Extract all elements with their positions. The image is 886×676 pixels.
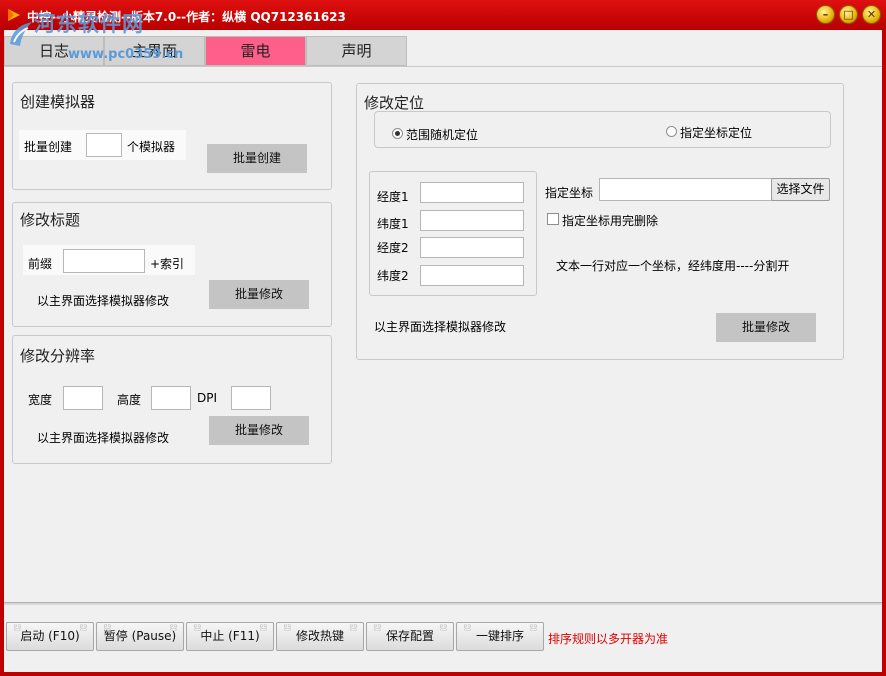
corner-ornament-icon: ഋ xyxy=(193,622,201,632)
dpi-label: DPI xyxy=(197,391,218,405)
coord-file-input[interactable] xyxy=(599,178,773,201)
emulator-unit-label: 个模拟器 xyxy=(127,140,176,154)
corner-ornament-icon: ഋ xyxy=(259,622,267,632)
corner-ornament-icon: ഋ xyxy=(79,622,87,632)
radio-random-location[interactable] xyxy=(392,128,403,139)
dpi-input[interactable] xyxy=(231,386,271,410)
lat1-label: 纬度1 xyxy=(377,217,409,231)
pause-button[interactable]: ഋ ഋ 暂停 (Pause) xyxy=(96,622,184,651)
lng1-input[interactable] xyxy=(420,182,524,203)
corner-ornament-icon: ഋ xyxy=(169,622,177,632)
title-panel-title: 修改标题 xyxy=(20,211,81,229)
range-coords-group: 经度1 纬度1 经度2 纬度2 xyxy=(369,171,537,296)
batch-create-button[interactable]: 批量创建 xyxy=(207,144,307,173)
location-panel-title: 修改定位 xyxy=(364,94,425,112)
radio-fixed-location[interactable] xyxy=(666,126,677,137)
close-icon: ✕ xyxy=(866,8,877,21)
modify-title-panel: 修改标题 前缀 +索引 以主界面选择模拟器修改 批量修改 xyxy=(12,202,332,327)
save-config-button[interactable]: ഋ ഋ 保存配置 xyxy=(366,622,454,651)
index-label: +索引 xyxy=(150,257,185,271)
corner-ornament-icon: ഋ xyxy=(463,622,471,632)
start-button[interactable]: ഋ ഋ 启动 (F10) xyxy=(6,622,94,651)
one-key-sort-button[interactable]: ഋ ഋ 一键排序 xyxy=(456,622,544,651)
corner-ornament-icon: ഋ xyxy=(13,622,21,632)
height-input[interactable] xyxy=(151,386,191,410)
tab-leidian[interactable]: 雷电 xyxy=(205,36,306,66)
maximize-button[interactable]: □ xyxy=(839,5,858,24)
modify-resolution-panel: 修改分辨率 宽度 高度 DPI 以主界面选择模拟器修改 批量修改 xyxy=(12,335,332,464)
title-hint: 以主界面选择模拟器修改 xyxy=(37,294,170,308)
corner-ornament-icon: ഋ xyxy=(283,622,291,632)
radio-fixed-label[interactable]: 指定坐标定位 xyxy=(680,124,752,141)
start-button-label: 启动 (F10) xyxy=(20,629,80,643)
corner-ornament-icon: ഋ xyxy=(373,622,381,632)
save-config-label: 保存配置 xyxy=(385,629,434,643)
resolution-hint: 以主界面选择模拟器修改 xyxy=(37,431,170,445)
client-area: 日志 主界面 雷电 声明 创建模拟器 批量创建 个模拟器 批量创建 修改标题 前… xyxy=(4,30,882,672)
tab-statement[interactable]: 声明 xyxy=(306,36,407,66)
watermark-text: 河东软件网 xyxy=(34,12,144,36)
modify-hotkey-button[interactable]: ഋ ഋ 修改热键 xyxy=(276,622,364,651)
lat2-label: 纬度2 xyxy=(377,269,409,283)
create-emulator-panel: 创建模拟器 批量创建 个模拟器 批量创建 xyxy=(12,82,332,190)
tab-divider xyxy=(4,66,882,67)
app-window: 中控--小精灵检测--版本7.0--作者：纵横 QQ712361623 – □ … xyxy=(0,0,886,676)
corner-ornament-icon: ഋ xyxy=(349,622,357,632)
resolution-panel-title: 修改分辨率 xyxy=(20,347,96,365)
modify-location-panel: 修改定位 范围随机定位 指定坐标定位 经度1 纬度1 经度2 纬度2 指定坐标 … xyxy=(356,83,844,360)
maximize-icon: □ xyxy=(843,8,854,21)
coord-label: 指定坐标 xyxy=(545,186,594,200)
delete-after-label[interactable]: 指定坐标用完删除 xyxy=(562,212,658,229)
location-hint: 以主界面选择模拟器修改 xyxy=(374,320,507,334)
batch-create-label: 批量创建 xyxy=(24,140,73,154)
stop-button-label: 中止 (F11) xyxy=(200,629,260,643)
create-panel-title: 创建模拟器 xyxy=(20,93,96,111)
footer-divider xyxy=(4,602,882,605)
choose-file-button[interactable]: 选择文件 xyxy=(771,178,830,201)
lat2-input[interactable] xyxy=(420,265,524,286)
one-key-sort-label: 一键排序 xyxy=(475,629,524,643)
close-button[interactable]: ✕ xyxy=(862,5,881,24)
lng1-label: 经度1 xyxy=(377,190,409,204)
resolution-batch-modify-button[interactable]: 批量修改 xyxy=(209,416,309,445)
corner-ornament-icon: ഋ xyxy=(529,622,537,632)
watermark-url: www.pc0359.cn xyxy=(68,47,184,62)
lng2-label: 经度2 xyxy=(377,241,409,255)
lng2-input[interactable] xyxy=(420,237,524,258)
delete-after-checkbox[interactable] xyxy=(547,213,559,225)
prefix-label: 前缀 xyxy=(28,257,53,271)
radio-random-label[interactable]: 范围随机定位 xyxy=(406,126,478,143)
width-label: 宽度 xyxy=(28,393,53,407)
minimize-button[interactable]: – xyxy=(816,5,835,24)
lat1-input[interactable] xyxy=(420,210,524,231)
corner-ornament-icon: ഋ xyxy=(103,622,111,632)
stop-button[interactable]: ഋ ഋ 中止 (F11) xyxy=(186,622,274,651)
sort-rule-note: 排序规则以多开器为准 xyxy=(548,632,669,646)
title-batch-modify-button[interactable]: 批量修改 xyxy=(209,280,309,309)
modify-hotkey-label: 修改热键 xyxy=(295,629,344,643)
minimize-icon: – xyxy=(822,8,829,21)
corner-ornament-icon: ഋ xyxy=(439,622,447,632)
emulator-count-input[interactable] xyxy=(86,133,122,157)
height-label: 高度 xyxy=(117,393,142,407)
location-mode-group: 范围随机定位 指定坐标定位 xyxy=(374,111,831,148)
width-input[interactable] xyxy=(63,386,103,410)
location-batch-modify-button[interactable]: 批量修改 xyxy=(716,313,816,342)
coord-format-note: 文本一行对应一个坐标，经纬度用----分割开 xyxy=(556,259,790,273)
prefix-input[interactable] xyxy=(63,249,145,273)
